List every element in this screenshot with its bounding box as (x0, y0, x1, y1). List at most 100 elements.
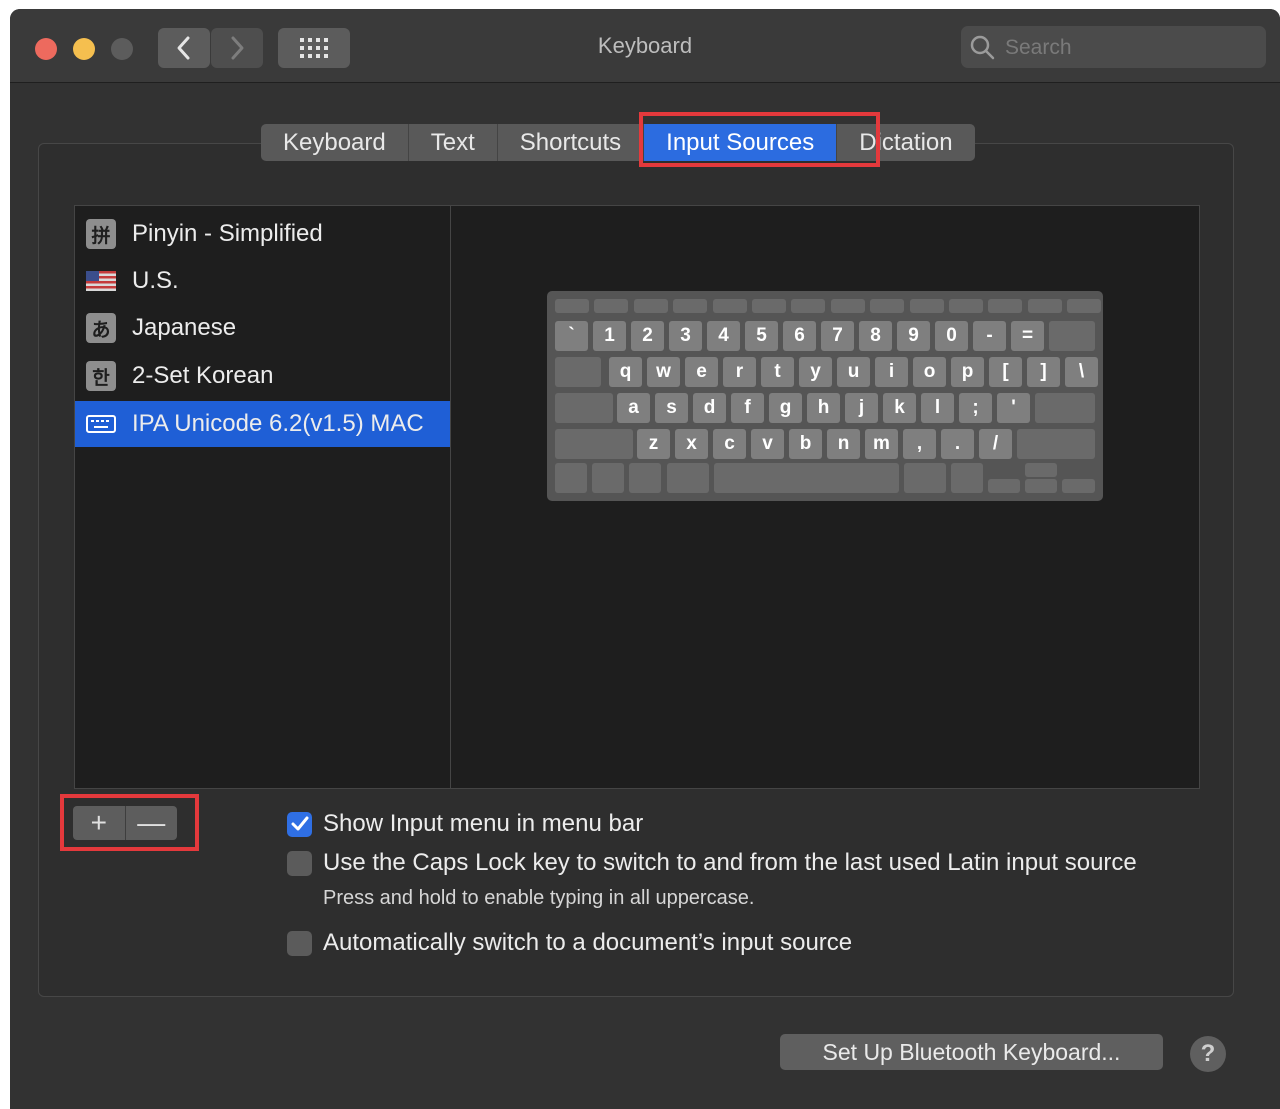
keyboard-key: 8 (859, 321, 892, 351)
remove-input-source-button[interactable]: — (124, 806, 178, 840)
search-field[interactable] (961, 26, 1266, 68)
list-item[interactable]: 한 2-Set Korean (75, 353, 451, 399)
keyboard-key-blank (673, 299, 708, 313)
search-icon (970, 35, 995, 60)
keyboard-key-blank (1049, 321, 1095, 351)
add-input-source-button[interactable]: + (73, 806, 125, 840)
keyboard-key: e (685, 357, 718, 387)
keyboard-key: 4 (707, 321, 740, 351)
keyboard-key: ' (997, 393, 1030, 423)
show-input-menu-checkbox[interactable] (287, 811, 312, 837)
keyboard-key-blank (1025, 463, 1057, 477)
keyboard-key: d (693, 393, 726, 423)
keyboard-key: 7 (821, 321, 854, 351)
keyboard-key: = (1011, 321, 1044, 351)
keyboard-key: 9 (897, 321, 930, 351)
tab-shortcuts[interactable]: Shortcuts (498, 124, 645, 161)
keyboard-key-blank (1062, 479, 1095, 493)
caps-lock-option[interactable]: Use the Caps Lock key to switch to and f… (287, 849, 1137, 877)
list-item-label: Pinyin - Simplified (132, 220, 323, 247)
keyboard-key: - (973, 321, 1006, 351)
list-item-label: IPA Unicode 6.2(v1.5) MAC (132, 410, 424, 437)
keyboard-key: 5 (745, 321, 778, 351)
keyboard-key: f (731, 393, 764, 423)
japanese-icon: あ (86, 313, 116, 343)
keyboard-key-blank (633, 299, 668, 313)
keyboard-key: k (883, 393, 916, 423)
keyboard-key-blank (555, 429, 633, 459)
tab-input-sources[interactable]: Input Sources (644, 124, 838, 161)
tab-text[interactable]: Text (409, 124, 498, 161)
help-button[interactable]: ? (1190, 1036, 1226, 1072)
keyboard-key: g (769, 393, 802, 423)
keyboard-key: o (913, 357, 946, 387)
keyboard-key: t (761, 357, 794, 387)
keyboard-key: / (979, 429, 1012, 459)
keyboard-key: m (865, 429, 898, 459)
keyboard-key-blank (712, 299, 747, 313)
title-bar: Keyboard (10, 9, 1280, 83)
keyboard-key-blank (909, 299, 944, 313)
list-item[interactable]: 拼 Pinyin - Simplified (75, 211, 451, 257)
list-item-label: Japanese (132, 314, 237, 341)
keyboard-key: w (647, 357, 680, 387)
keyboard-key: 0 (935, 321, 968, 351)
list-item-selected[interactable]: IPA Unicode 6.2(v1.5) MAC (75, 401, 451, 447)
list-item[interactable]: あ Japanese (75, 305, 451, 351)
tab-bar: Keyboard Text Shortcuts Input Sources Di… (261, 124, 975, 161)
keyboard-key: [ (989, 357, 1022, 387)
keyboard-key-blank (752, 299, 786, 313)
korean-icon: 한 (86, 361, 116, 391)
caps-lock-checkbox[interactable] (287, 850, 312, 876)
keyboard-key: \ (1065, 357, 1098, 387)
keyboard-key-blank (1017, 429, 1095, 459)
keyboard-key: 2 (631, 321, 664, 351)
keyboard-key: x (675, 429, 708, 459)
keyboard-key: b (789, 429, 822, 459)
caps-lock-hint: Press and hold to enable typing in all u… (323, 887, 755, 909)
keyboard-key: 1 (593, 321, 626, 351)
input-sources-list[interactable]: 拼 Pinyin - Simplified U.S. あ Japanese 한 … (74, 205, 451, 789)
caps-lock-label: Use the Caps Lock key to switch to and f… (323, 849, 1137, 876)
keyboard-key-blank (830, 299, 865, 313)
keyboard-key: v (751, 429, 784, 459)
keyboard-key: ] (1027, 357, 1060, 387)
keyboard-key: 6 (783, 321, 816, 351)
keyboard-key: n (827, 429, 860, 459)
list-item[interactable]: U.S. (75, 258, 451, 304)
keyboard-key-blank (629, 463, 661, 493)
keyboard-key-blank (988, 479, 1020, 493)
auto-switch-option[interactable]: Automatically switch to a document’s inp… (287, 929, 852, 957)
keyboard-key: l (921, 393, 954, 423)
keyboard-preview-pane: ` 1 2 3 4 5 6 7 8 9 0- = q w e r t y u i o p[] \ a s d f g h j k l; ' z x c… (450, 205, 1200, 789)
keyboard-key: z (637, 429, 670, 459)
tab-dictation[interactable]: Dictation (837, 124, 974, 161)
keyboard-key-blank (555, 299, 589, 313)
tab-keyboard[interactable]: Keyboard (261, 124, 409, 161)
show-input-menu-option[interactable]: Show Input menu in menu bar (287, 810, 643, 838)
keyboard-key-blank (870, 299, 905, 313)
list-item-label: 2-Set Korean (132, 362, 274, 389)
keyboard-key-blank (988, 299, 1023, 313)
keyboard-key-blank (667, 463, 709, 493)
keyboard-key: p (951, 357, 984, 387)
pinyin-icon: 拼 (86, 219, 116, 249)
keyboard-layout-preview: ` 1 2 3 4 5 6 7 8 9 0- = q w e r t y u i o p[] \ a s d f g h j k l; ' z x c… (547, 291, 1103, 501)
auto-switch-label: Automatically switch to a document’s inp… (323, 929, 853, 956)
add-remove-control: + — (73, 806, 177, 840)
us-flag-icon (86, 266, 116, 296)
search-input[interactable] (1003, 32, 1257, 64)
keyboard-key-blank (1027, 299, 1062, 313)
keyboard-key-blank (904, 463, 946, 493)
keyboard-key-blank (791, 299, 826, 313)
keyboard-key: s (655, 393, 688, 423)
keyboard-key-blank (555, 463, 587, 493)
setup-bluetooth-keyboard-button[interactable]: Set Up Bluetooth Keyboard... (780, 1034, 1163, 1070)
auto-switch-checkbox[interactable] (287, 930, 312, 956)
keyboard-key-blank (714, 463, 899, 493)
keyboard-key-blank (949, 299, 983, 313)
show-input-menu-label: Show Input menu in menu bar (323, 810, 644, 837)
keyboard-key-blank (592, 463, 624, 493)
keyboard-key-blank (951, 463, 983, 493)
keyboard-icon (86, 409, 116, 439)
